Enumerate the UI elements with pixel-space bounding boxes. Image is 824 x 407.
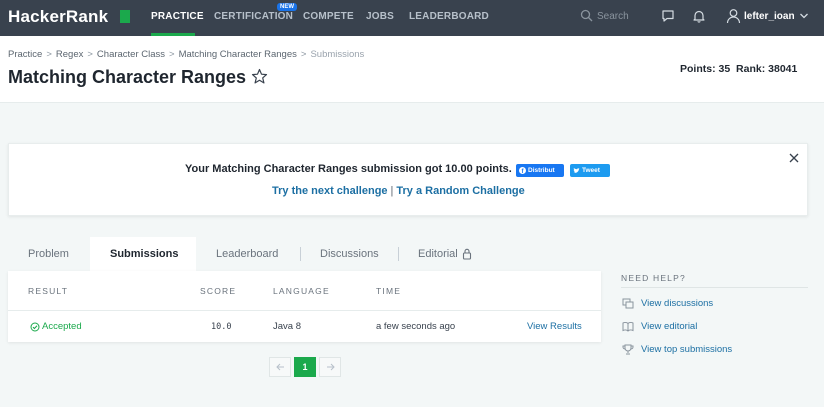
arrow-right-icon	[326, 363, 335, 371]
bell-icon[interactable]	[692, 9, 706, 23]
lock-icon	[462, 248, 472, 260]
star-icon[interactable]	[251, 68, 268, 85]
close-icon[interactable]	[789, 153, 799, 163]
twitter-bird-icon	[573, 167, 580, 173]
tab-discussions[interactable]: Discussions	[320, 248, 379, 260]
facebook-share-button[interactable]: f Distribut	[516, 164, 564, 177]
breadcrumb-separator-icon: >	[46, 49, 52, 60]
need-help-divider	[621, 287, 808, 288]
breadcrumb-regex[interactable]: Regex	[56, 49, 83, 60]
breadcrumb-separator-icon: >	[169, 49, 175, 60]
facebook-icon: f	[519, 167, 526, 174]
tab-leaderboard[interactable]: Leaderboard	[216, 248, 278, 260]
result-message: Your Matching Character Ranges submissio…	[185, 163, 512, 175]
rank-label: Rank:	[736, 63, 766, 75]
chat-icon[interactable]	[661, 9, 675, 23]
score-summary: Points: 35 Rank: 38041	[680, 63, 797, 75]
view-editorial-link[interactable]: View editorial	[641, 321, 697, 332]
logo[interactable]: HackerRank	[8, 7, 108, 27]
discussions-icon	[622, 298, 634, 309]
breadcrumb-separator-icon: >	[87, 49, 93, 60]
next-steps-links: Try the next challenge | Try a Random Chal…	[272, 185, 525, 197]
column-header-score: SCORE	[200, 286, 237, 296]
nav-compete[interactable]: COMPETE	[303, 11, 354, 22]
logo-mark-icon	[120, 10, 130, 23]
breadcrumb-character-class[interactable]: Character Class	[97, 49, 165, 60]
table-divider	[8, 310, 601, 311]
view-results-link[interactable]: View Results	[527, 321, 582, 332]
column-header-time: TIME	[376, 286, 402, 296]
submissions-table: RESULT SCORE LANGUAGE TIME Accepted 10.0…	[8, 271, 601, 342]
chevron-down-icon[interactable]	[799, 11, 809, 21]
check-circle-icon	[30, 322, 40, 332]
nav-certification[interactable]: CERTIFICATION	[214, 11, 293, 22]
link-divider: |	[390, 185, 394, 197]
time-value: a few seconds ago	[376, 321, 456, 332]
breadcrumb-separator-icon: >	[300, 49, 307, 60]
arrow-left-icon	[275, 363, 284, 371]
top-nav: HackerRank PRACTICE CERTIFICATION NEW CO…	[0, 0, 824, 36]
breadcrumb: Practice > Regex > Character Class > Matching …	[8, 49, 364, 60]
breadcrumb-practice[interactable]: Practice	[8, 49, 42, 60]
breadcrumb-challenge[interactable]: Matching Character Ranges	[179, 49, 297, 60]
twitter-share-label: Tweet	[582, 167, 600, 174]
next-challenge-link[interactable]: Try the next challenge	[272, 185, 388, 197]
view-discussions-link[interactable]: View discussions	[641, 298, 713, 309]
tab-problem[interactable]: Problem	[28, 248, 69, 260]
result-status: Accepted	[42, 321, 82, 332]
page-button-current[interactable]: 1	[294, 357, 316, 377]
column-header-result: RESULT	[28, 286, 69, 296]
prev-page-button[interactable]	[269, 357, 291, 377]
page-title: Matching Character Ranges	[8, 67, 247, 87]
book-icon	[622, 321, 634, 332]
points-value: 35	[718, 63, 731, 75]
rank-value: 38041	[768, 63, 798, 75]
tab-submissions[interactable]: Submissions	[110, 248, 178, 260]
breadcrumb-current: Submissions	[310, 49, 365, 60]
next-page-button[interactable]	[319, 357, 341, 377]
submission-result-banner: Your Matching Character Ranges submissio…	[8, 143, 808, 216]
facebook-share-label: Distribut	[528, 167, 555, 174]
nav-practice[interactable]: PRACTICE	[151, 11, 204, 22]
points-label: Points:	[680, 63, 716, 75]
view-top-submissions-link[interactable]: View top submissions	[641, 344, 732, 355]
nav-leaderboard[interactable]: LEADERBOARD	[409, 11, 489, 22]
page-header: Practice > Regex > Character Class > Matching …	[0, 36, 824, 103]
trophy-icon	[622, 344, 634, 355]
new-badge: NEW	[277, 3, 297, 11]
search-input[interactable]: Search	[597, 11, 629, 22]
tab-editorial[interactable]: Editorial	[418, 248, 458, 260]
tab-divider	[398, 247, 399, 261]
language-value: Java 8	[273, 321, 301, 332]
tab-divider	[300, 247, 301, 261]
need-help-title: NEED HELP?	[621, 273, 686, 283]
username[interactable]: lefter_ioan	[744, 11, 795, 22]
twitter-share-button[interactable]: Tweet	[570, 164, 610, 177]
column-header-language: LANGUAGE	[273, 286, 330, 296]
search-icon[interactable]	[580, 9, 593, 22]
user-avatar-icon[interactable]	[726, 8, 741, 24]
nav-jobs[interactable]: JOBS	[366, 11, 394, 22]
score-value: 10.0	[211, 322, 232, 332]
random-challenge-link[interactable]: Try a Random Challenge	[396, 185, 524, 197]
